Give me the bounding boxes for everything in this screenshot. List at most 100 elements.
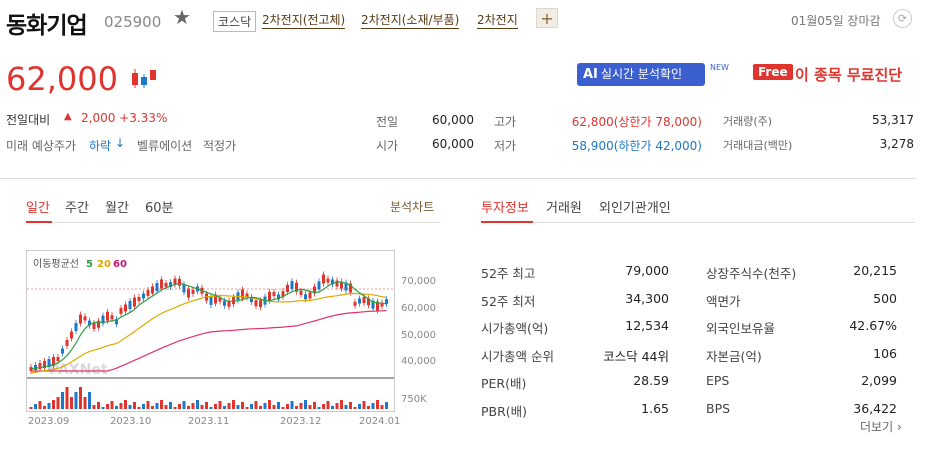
volume-bar [299,403,303,409]
volume-bar [34,404,37,409]
candle [34,365,37,370]
y-tick-70000: 70,000 [401,276,436,287]
ma5-legend: 5 [86,259,93,270]
volume-bar [313,402,316,409]
volume-bar [362,401,366,409]
candle [322,274,325,284]
valuation-value[interactable]: 적정가 [203,137,236,154]
volume-bar [115,406,118,409]
volume-bar [209,407,213,409]
volume-bar [295,406,298,409]
free-badge[interactable]: Free [753,64,793,80]
info-value: 106 [873,345,897,361]
volume-bar [322,404,325,409]
valuation-label: 벨류에이션 [137,139,193,153]
ai-analysis-button[interactable]: AI 실시간 분석확인 [577,63,705,86]
volume-bar [214,404,217,409]
high-label: 고가 [494,115,517,129]
free-diagnosis-link[interactable]: 이 종목 무료진단 [795,64,902,85]
volume-bar [61,392,64,409]
volume-bar [371,403,375,409]
volume-bar [169,402,172,409]
theme-tag-battery[interactable]: 2차전지 [477,11,518,29]
ai-badge: AI [583,67,598,82]
volume-bar [47,403,51,409]
candle [83,316,87,321]
volume-bar [97,402,100,409]
info-label: 52주 최고 [481,266,536,281]
tab-60min[interactable]: 60분 [145,197,174,216]
volume-bar [146,401,150,409]
x-tick-2023-09: 2023.09 [28,416,70,427]
volume-value: 53,317 [872,113,914,127]
volume-bar [268,400,271,409]
info-label: 액면가 [706,293,741,309]
volume-bar [119,403,123,409]
candle [133,297,136,307]
info-label: 상장주식수(천주) [706,266,797,281]
volume-bar [29,407,33,409]
more-link[interactable]: 더보기 › [860,418,902,435]
candle [56,357,60,361]
volume-bar [106,404,109,409]
volume-bar [263,403,267,409]
low-label: 저가 [494,139,517,153]
tab-brokers[interactable]: 거래원 [546,197,582,216]
volume-bar [218,401,222,409]
volume-bar [200,405,204,409]
ma20-legend: 20 [97,259,111,270]
favorite-star-icon[interactable]: ★ [173,5,191,29]
price-chart-svg: 이동평균선 5 20 60 PAXNet [27,258,394,409]
candle [79,314,82,324]
volume-bar [70,397,73,409]
analysis-chart-link[interactable]: 분석차트 [390,198,434,215]
price-chart[interactable]: 이동평균선 5 20 60 PAXNet [26,250,395,412]
volume-bar [304,400,307,409]
candle [335,280,339,287]
candle [308,292,312,299]
volume-bar [178,404,181,409]
candle [151,286,154,294]
theme-tag-solid-state[interactable]: 2차전지(전고체) [262,11,346,29]
volume-bar [340,400,343,409]
candle [173,278,177,285]
volume-tick: 750K [401,394,427,405]
volume-bar [358,404,361,409]
info-label: 시가총액(억) [481,321,549,336]
volume-bar [142,404,145,409]
volume-bar [344,405,348,409]
volume-bar [65,387,69,409]
down-arrow-icon: ↓ [115,136,126,150]
theme-tag-materials[interactable]: 2차전지(소재/부품) [361,11,460,29]
tab-investment-info[interactable]: 투자정보 [481,197,529,216]
volume-bar [151,406,154,409]
tab-monthly[interactable]: 월간 [105,197,129,216]
candle [119,308,123,314]
open-value: 60,000 [432,137,474,151]
info-label: PBR(배) [481,403,528,419]
candle [299,290,303,295]
volume-bar [281,407,285,409]
volume-bar [290,401,294,409]
tab-weekly[interactable]: 주간 [65,197,89,216]
candle [209,296,213,305]
info-label: 52주 최저 [481,293,536,309]
future-price-value[interactable]: 하락 [89,137,111,154]
info-tab-underline [481,221,533,223]
info-label: 시가총액 순위 [481,348,554,364]
refresh-icon[interactable]: ⟳ [893,9,912,28]
volume-bar [272,405,276,409]
volume-bar [191,403,195,409]
info-label: 외국인보유율 [706,321,776,336]
price-change: 2,000 +3.33% [81,111,168,125]
candle [358,298,361,304]
low-value: 58,900(하한가 42,000) [571,139,702,153]
candle [74,323,78,331]
tab-daily[interactable]: 일간 [26,197,50,216]
volume-bar [56,397,60,409]
x-tick-2023-12: 2023.12 [280,416,322,427]
add-theme-button[interactable]: + [536,8,558,28]
tab-investor-types[interactable]: 외인기관개인 [599,197,671,216]
volume-bar [128,405,132,409]
info-value: 20,215 [853,263,897,278]
